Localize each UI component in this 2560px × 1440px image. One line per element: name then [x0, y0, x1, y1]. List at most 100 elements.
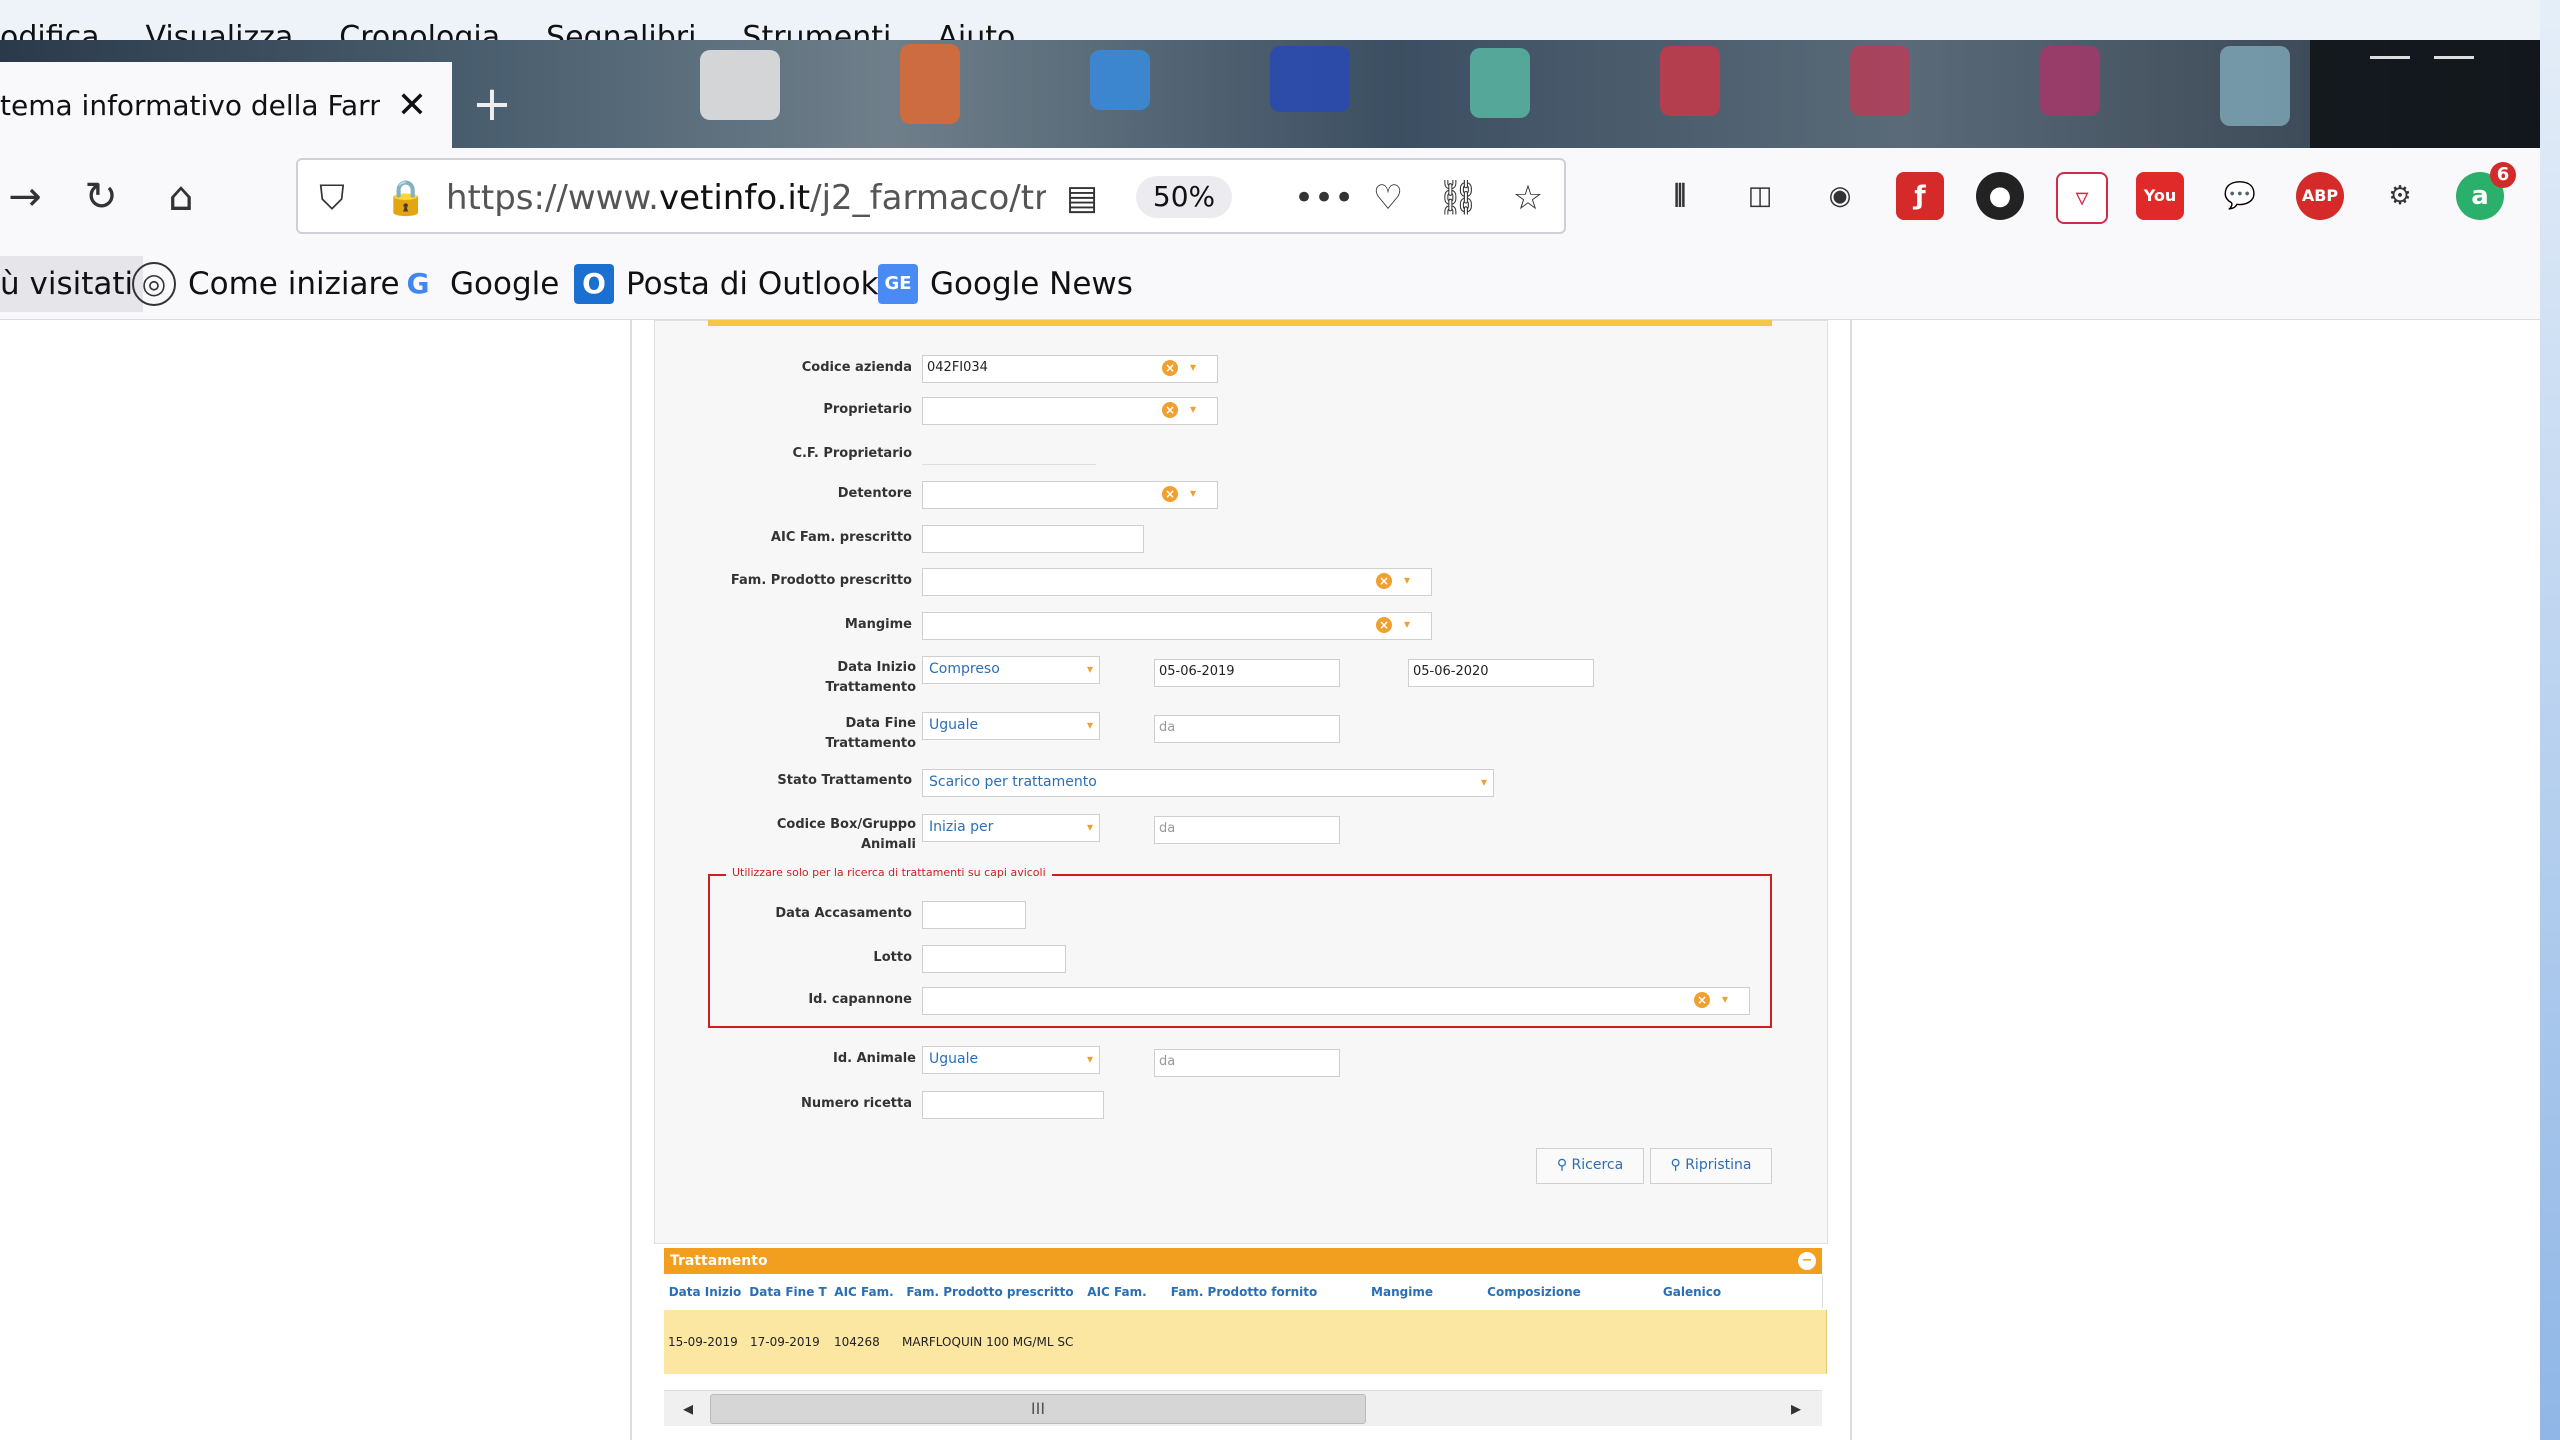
grid-header[interactable]: Composizione	[1468, 1276, 1601, 1308]
sidebar-icon[interactable]: ◫	[1736, 172, 1784, 220]
chevron-down-icon[interactable]: ▾	[1190, 486, 1196, 500]
table-cell[interactable]	[1468, 1310, 1605, 1374]
bookmark-label: Come iniziare	[188, 266, 400, 302]
window-controls	[2370, 30, 2530, 60]
cf-proprietario-value	[922, 464, 1096, 465]
grid-header[interactable]: AIC Fam.	[1082, 1276, 1153, 1308]
new-tab-button[interactable]: +	[470, 78, 514, 130]
grid-header[interactable]: AIC Fam.	[830, 1276, 899, 1308]
bookmark-star-icon[interactable]: ☆	[1506, 176, 1550, 220]
label-data-inizio: Data Inizio	[837, 660, 916, 675]
chevron-down-icon[interactable]: ▾	[1722, 992, 1728, 1006]
data-accasamento-input[interactable]	[922, 901, 1026, 929]
ripristina-button[interactable]: ⚲ Ripristina	[1650, 1148, 1772, 1184]
clear-icon[interactable]: ×	[1162, 402, 1178, 418]
chat-icon[interactable]: 💬	[2216, 172, 2264, 220]
lotto-input[interactable]	[922, 945, 1066, 973]
table-cell[interactable]	[1600, 1310, 1789, 1374]
mangime-combo[interactable]	[922, 612, 1432, 640]
codice-box-operator-select[interactable]: Inizia per ▾	[922, 814, 1100, 842]
tab-close-icon[interactable]: ✕	[392, 86, 432, 126]
chevron-down-icon: ▾	[1086, 820, 1093, 834]
bookmark-google[interactable]: G Google	[398, 256, 560, 312]
clear-icon[interactable]: ×	[1162, 360, 1178, 376]
addon-badge: 6	[2490, 162, 2516, 188]
tab-active[interactable]: tema informativo della Farm	[0, 62, 452, 148]
label-id-animale: Id. Animale	[833, 1051, 916, 1066]
youtube-icon[interactable]: You	[2136, 172, 2184, 220]
chevron-down-icon[interactable]: ▾	[1190, 360, 1196, 374]
zoom-level-badge[interactable]: 50%	[1136, 176, 1232, 218]
tab-title: tema informativo della Farm	[0, 88, 380, 122]
label-numero-ricetta: Numero ricetta	[801, 1096, 912, 1111]
ricerca-button[interactable]: ⚲ Ricerca	[1536, 1148, 1644, 1184]
grid-header[interactable]: Data Inizio	[664, 1276, 747, 1308]
extension-icon[interactable]: ⚙	[2376, 172, 2424, 220]
forward-icon[interactable]: →	[0, 172, 50, 222]
flash-icon[interactable]: ƒ	[1896, 172, 1944, 220]
id-animale-input[interactable]: da	[1154, 1049, 1340, 1077]
library-icon[interactable]: ⫼	[1656, 172, 1704, 220]
table-cell[interactable]: 15-09-2019	[664, 1310, 751, 1374]
reload-icon[interactable]: ↻	[76, 172, 126, 222]
chevron-down-icon[interactable]: ▾	[1404, 617, 1410, 631]
fam-prodotto-prescritto-combo[interactable]	[922, 568, 1432, 596]
shield-icon[interactable]: ⛉	[310, 176, 354, 220]
outlook-icon: O	[574, 264, 614, 304]
grid-header[interactable]: Data Fine T	[746, 1276, 831, 1308]
collapse-icon[interactable]: −	[1798, 1252, 1816, 1270]
table-cell[interactable]	[1336, 1310, 1473, 1374]
clear-icon[interactable]: ×	[1376, 573, 1392, 589]
data-inizio-operator-select[interactable]: Compreso ▾	[922, 656, 1100, 684]
clear-icon[interactable]: ×	[1162, 486, 1178, 502]
url-text[interactable]: https://www.vetinfo.it/j2_farmaco/tratt	[446, 176, 1046, 220]
scrollbar-thumb[interactable]: III	[710, 1394, 1366, 1424]
table-cell[interactable]: 17-09-2019	[746, 1310, 835, 1374]
data-inizio-from-input[interactable]: 05-06-2019	[1154, 659, 1340, 687]
news-icon: GE	[878, 264, 918, 304]
scroll-right-icon[interactable]: ▸	[1784, 1396, 1808, 1420]
table-cell[interactable]	[1152, 1310, 1341, 1374]
scroll-left-icon[interactable]: ◂	[676, 1396, 700, 1420]
grid-header[interactable]: Mangime	[1336, 1276, 1469, 1308]
clear-icon[interactable]: ×	[1694, 992, 1710, 1008]
grid-header[interactable]: Fam. Prodotto fornito	[1152, 1276, 1337, 1308]
pocket-save-icon[interactable]: ▿	[2056, 172, 2108, 224]
lock-icon[interactable]: 🔒	[384, 176, 428, 220]
chevron-down-icon[interactable]: ▾	[1190, 402, 1196, 416]
home-icon[interactable]: ⌂	[156, 172, 206, 222]
color-picker-icon[interactable]: ●	[1976, 172, 2024, 220]
bookmark-outlook[interactable]: O Posta di Outlook	[574, 256, 879, 312]
data-inizio-to-input[interactable]: 05-06-2020	[1408, 659, 1594, 687]
bookmark-come-iniziare[interactable]: ◎ Come iniziare	[132, 256, 400, 312]
stato-trattamento-select[interactable]: Scarico per trattamento ▾	[922, 769, 1494, 797]
account-icon[interactable]: ◉	[1816, 172, 1864, 220]
page-actions-icon[interactable]: •••	[1294, 176, 1354, 220]
reader-view-icon[interactable]: ▤	[1060, 176, 1104, 220]
numero-ricetta-input[interactable]	[922, 1091, 1104, 1119]
restore-icon[interactable]	[2434, 30, 2474, 59]
table-cell[interactable]: 104268	[830, 1310, 903, 1374]
table-cell[interactable]: MARFLOQUIN 100 MG/ML SC	[898, 1310, 1087, 1374]
aic-fam-prescritto-input[interactable]	[922, 525, 1144, 553]
bookmark-google-news[interactable]: GE Google News	[878, 256, 1133, 312]
chevron-down-icon[interactable]: ▾	[1404, 573, 1410, 587]
label-mangime: Mangime	[844, 617, 912, 632]
codice-box-input[interactable]: da	[1154, 816, 1340, 844]
clear-icon[interactable]: ×	[1376, 617, 1392, 633]
label-codice-box-animali: Animali	[860, 837, 916, 852]
minimize-icon[interactable]	[2370, 30, 2410, 59]
select-value: Uguale	[929, 717, 979, 733]
grid-header[interactable]: Galenico	[1600, 1276, 1785, 1308]
grid-header[interactable]: Fam. Prodotto prescritto	[898, 1276, 1083, 1308]
id-animale-operator-select[interactable]: Uguale ▾	[922, 1046, 1100, 1074]
data-fine-input[interactable]: da	[1154, 715, 1340, 743]
table-cell[interactable]	[1082, 1310, 1157, 1374]
pocket-icon[interactable]: ♡	[1366, 176, 1410, 220]
data-fine-operator-select[interactable]: Uguale ▾	[922, 712, 1100, 740]
link-icon[interactable]: ⛓	[1436, 176, 1480, 220]
id-capannone-combo[interactable]	[922, 987, 1750, 1015]
adblock-icon[interactable]: ABP	[2296, 172, 2344, 220]
label-data-fine-trattamento: Trattamento	[825, 736, 916, 751]
bookmark-most-visited[interactable]: ù visitati	[0, 256, 144, 312]
